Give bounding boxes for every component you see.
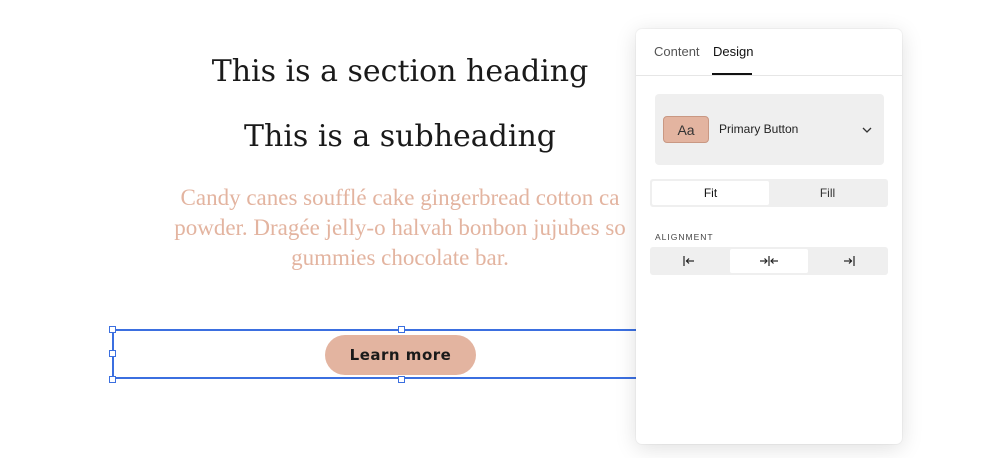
alignment-toggle [650, 247, 888, 275]
body-line: gummies chocolate bar. [291, 245, 509, 270]
tab-design[interactable]: Design [713, 44, 753, 74]
body-line: Candy canes soufflé cake gingerbread cot… [180, 185, 620, 210]
learn-more-button[interactable]: Learn more [325, 335, 476, 375]
resize-handle-bottom-left[interactable] [109, 376, 116, 383]
width-fill-option[interactable]: Fill [769, 181, 886, 205]
width-mode-toggle: Fit Fill [650, 179, 888, 207]
align-left-icon [683, 256, 694, 266]
align-right-button[interactable] [810, 249, 888, 273]
body-line: powder. Dragée jelly-o halvah bonbon juj… [174, 215, 626, 240]
resize-handle-bottom-center[interactable] [398, 376, 405, 383]
resize-handle-middle-left[interactable] [109, 350, 116, 357]
chevron-down-icon [862, 127, 872, 133]
width-fit-option[interactable]: Fit [652, 181, 769, 205]
align-left-button[interactable] [650, 249, 728, 273]
align-right-icon [844, 256, 855, 266]
section-heading: This is a section heading [211, 54, 589, 89]
button-style-preview: Aa [663, 116, 709, 143]
panel-tabs: Content Design [636, 29, 902, 76]
active-tab-indicator [712, 73, 752, 75]
resize-handle-top-left[interactable] [109, 326, 116, 333]
align-center-icon [760, 256, 778, 266]
alignment-label: ALIGNMENT [655, 232, 714, 242]
body-paragraph: Candy canes soufflé cake gingerbread cot… [100, 183, 700, 273]
resize-handle-top-center[interactable] [398, 326, 405, 333]
button-style-label: Primary Button [719, 122, 799, 136]
button-style-select[interactable]: Aa Primary Button [655, 94, 884, 165]
design-panel: Content Design Aa Primary Button Fit Fil… [636, 29, 902, 444]
tab-content[interactable]: Content [654, 44, 700, 74]
section-subheading: This is a subheading [243, 119, 556, 154]
align-center-button[interactable] [730, 249, 808, 273]
